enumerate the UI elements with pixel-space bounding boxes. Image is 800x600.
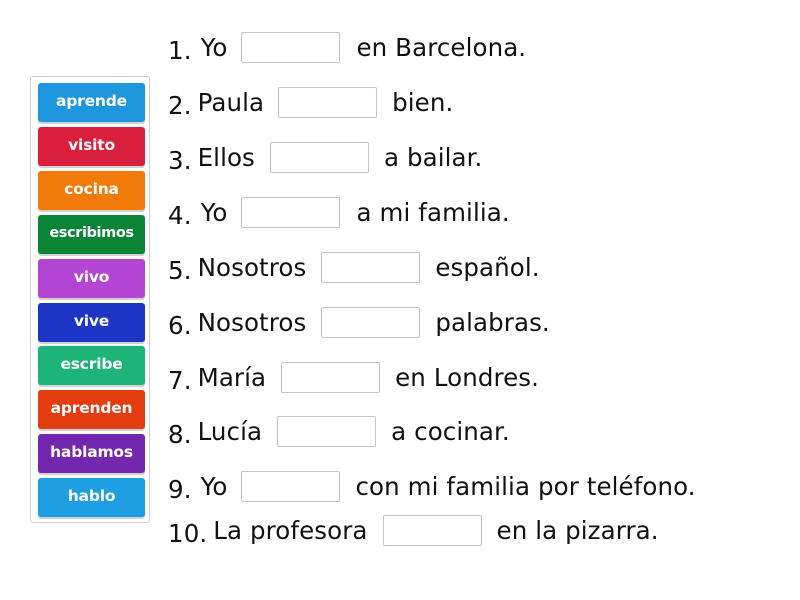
sentence-subject: Nosotros bbox=[197, 252, 307, 282]
sentence-number: 5. bbox=[168, 255, 192, 285]
sentence-ending: a cocinar. bbox=[391, 416, 510, 446]
word-tile-aprenden[interactable]: aprenden bbox=[38, 390, 145, 429]
sentence-subject: Yo bbox=[200, 471, 228, 501]
sentence-subject: Yo bbox=[200, 197, 228, 227]
sentence-ending: bien. bbox=[392, 87, 454, 117]
sentence-ending: en Barcelona. bbox=[356, 32, 527, 62]
sentence-number: 6. bbox=[168, 310, 192, 340]
answer-drop-zone-3[interactable] bbox=[269, 141, 369, 173]
sentence-subject: Ellos bbox=[197, 142, 255, 172]
sentence-number: 10. bbox=[168, 518, 208, 548]
sentence-subject: Lucía bbox=[197, 416, 263, 446]
sentence-subject: Yo bbox=[200, 32, 228, 62]
match-up-activity: aprende visito cocina escribimos vivo vi… bbox=[0, 0, 800, 600]
word-tile-hablo[interactable]: hablo bbox=[38, 478, 145, 517]
word-tile-cocina[interactable]: cocina bbox=[38, 171, 145, 210]
sentence-number: 9. bbox=[168, 474, 192, 504]
sentence-10: 10. La profesora en la pizarra. bbox=[168, 510, 659, 550]
word-tile-vivo[interactable]: vivo bbox=[38, 259, 145, 298]
sentence-ending: palabras. bbox=[435, 307, 550, 337]
sentence-number: 3. bbox=[168, 145, 192, 175]
sentence-number: 7. bbox=[168, 365, 192, 395]
sentence-ending: en Londres. bbox=[395, 362, 540, 392]
sentence-ending: a mi familia. bbox=[356, 197, 510, 227]
answer-drop-zone-5[interactable] bbox=[321, 251, 421, 283]
answer-drop-zone-2[interactable] bbox=[278, 86, 378, 118]
sentence-4: 4. Yo a mi familia. bbox=[168, 192, 510, 232]
answer-drop-zone-1[interactable] bbox=[241, 31, 341, 63]
sentence-ending: español. bbox=[435, 252, 540, 282]
answer-drop-zone-7[interactable] bbox=[281, 361, 381, 393]
answer-drop-zone-8[interactable] bbox=[277, 415, 377, 447]
answer-drop-zone-9[interactable] bbox=[241, 470, 341, 502]
word-tile-hablamos[interactable]: hablamos bbox=[38, 434, 145, 473]
sentence-3: 3. Ellos a bailar. bbox=[168, 137, 482, 177]
sentence-7: 7. María en Londres. bbox=[168, 357, 539, 397]
sentence-ending: en la pizarra. bbox=[496, 515, 659, 545]
sentence-number: 4. bbox=[168, 200, 192, 230]
sentence-subject: Nosotros bbox=[197, 307, 307, 337]
sentence-number: 1. bbox=[168, 35, 192, 65]
word-bank: aprende visito cocina escribimos vivo vi… bbox=[30, 76, 150, 523]
answer-drop-zone-4[interactable] bbox=[241, 196, 341, 228]
word-tile-visito[interactable]: visito bbox=[38, 127, 145, 166]
sentence-9: 9. Yo con mi familia por teléfono. bbox=[168, 466, 696, 506]
sentence-ending: con mi familia por teléfono. bbox=[355, 471, 696, 501]
answer-drop-zone-6[interactable] bbox=[321, 306, 421, 338]
answer-drop-zone-10[interactable] bbox=[382, 514, 482, 546]
word-tile-escribe[interactable]: escribe bbox=[38, 346, 145, 385]
sentence-number: 8. bbox=[168, 419, 192, 449]
word-tile-escribimos[interactable]: escribimos bbox=[38, 215, 145, 254]
sentence-5: 5. Nosotros español. bbox=[168, 247, 540, 287]
sentence-subject: María bbox=[197, 362, 267, 392]
sentence-number: 2. bbox=[168, 90, 192, 120]
sentence-2: 2. Paula bien. bbox=[168, 82, 453, 122]
sentence-ending: a bailar. bbox=[383, 142, 483, 172]
sentence-6: 6. Nosotros palabras. bbox=[168, 302, 550, 342]
word-tile-vive[interactable]: vive bbox=[38, 303, 145, 342]
sentence-8: 8. Lucía a cocinar. bbox=[168, 411, 510, 451]
word-tile-aprende[interactable]: aprende bbox=[38, 83, 145, 122]
sentence-subject: Paula bbox=[197, 87, 265, 117]
sentence-subject: La profesora bbox=[213, 515, 368, 545]
sentence-1: 1. Yo en Barcelona. bbox=[168, 27, 526, 67]
